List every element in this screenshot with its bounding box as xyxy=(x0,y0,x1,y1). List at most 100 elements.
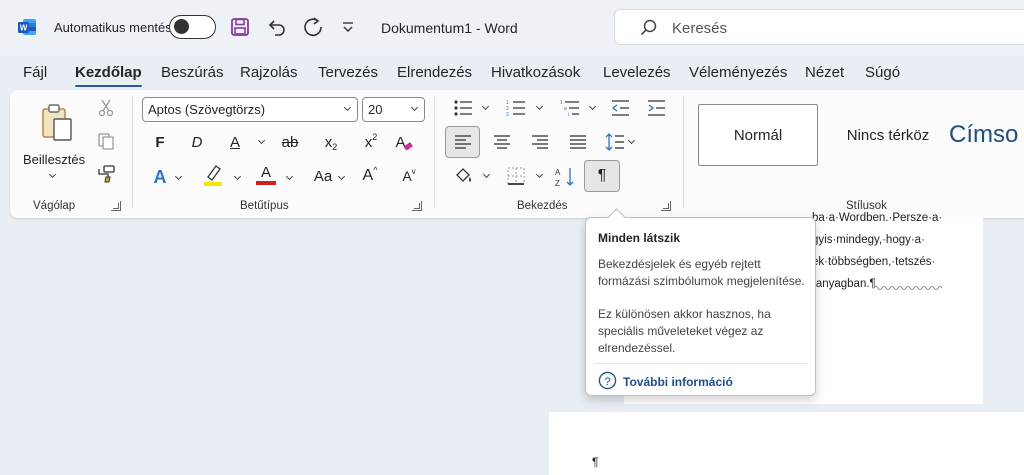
svg-text:W: W xyxy=(20,24,28,33)
title-bar: W Automatikus mentés Dokumentum1 - Word xyxy=(0,0,1024,56)
text-effects-button[interactable]: A xyxy=(148,164,172,190)
align-center-icon xyxy=(494,135,510,149)
grow-font-button[interactable]: A ^ xyxy=(358,164,382,188)
more-info-link[interactable]: További információ xyxy=(623,375,733,389)
help-icon: ? xyxy=(598,371,617,390)
font-size-dropdown[interactable]: 20 xyxy=(362,97,425,122)
underline-button[interactable]: A xyxy=(225,130,245,154)
customize-quick-access-button[interactable] xyxy=(336,14,360,40)
word-logo-icon: W xyxy=(18,19,36,35)
font-color-swatch xyxy=(256,181,276,185)
tab-mailings[interactable]: Levelezés xyxy=(603,64,671,81)
document-title: Dokumentum1 - Word xyxy=(381,20,518,36)
increase-indent-icon xyxy=(648,100,665,116)
underline-dropdown-icon[interactable] xyxy=(257,136,266,145)
svg-text:Z: Z xyxy=(555,179,560,188)
document-text-line: gyis·mindegy,·hogy·a· xyxy=(812,234,925,246)
text-effects-dropdown-icon[interactable] xyxy=(174,172,183,181)
paste-button[interactable] xyxy=(36,100,78,146)
bullets-button[interactable] xyxy=(451,96,475,120)
bullets-dropdown-icon[interactable] xyxy=(481,102,490,111)
document-text-line: ba·a·Wordben.·Persze·a· xyxy=(812,212,943,224)
style-normal[interactable]: Normál xyxy=(698,104,818,166)
sort-button[interactable]: A Z xyxy=(554,164,578,190)
format-painter-button[interactable] xyxy=(94,162,118,186)
shrink-font-button[interactable]: Av xyxy=(397,164,421,188)
ribbon-tabs: Fájl Kezdőlap Beszúrás Rajzolás Tervezés… xyxy=(0,56,1024,88)
multilevel-list-button[interactable]: 1 a i xyxy=(558,96,582,120)
tab-file[interactable]: Fájl xyxy=(23,64,47,81)
italic-button[interactable]: D xyxy=(187,130,207,154)
tab-references[interactable]: Hivatkozások xyxy=(491,64,580,81)
font-name-value: Aptos (Szövegtörzs) xyxy=(148,102,266,117)
tab-layout[interactable]: Elrendezés xyxy=(397,64,472,81)
undo-button[interactable] xyxy=(265,14,289,40)
line-spacing-button[interactable] xyxy=(603,130,627,154)
shading-dropdown-icon[interactable] xyxy=(482,170,491,179)
align-right-button[interactable] xyxy=(528,130,552,154)
show-formatting-marks-button[interactable]: ¶ xyxy=(584,160,620,192)
strikethrough-button[interactable]: ab xyxy=(278,130,302,154)
superscript-mark: 2 xyxy=(372,132,378,142)
borders-dropdown-icon[interactable] xyxy=(535,170,544,179)
clear-formatting-button[interactable]: A xyxy=(391,130,417,154)
font-color-letter: A xyxy=(260,163,271,181)
eraser-icon xyxy=(403,142,413,151)
font-size-value: 20 xyxy=(368,102,383,117)
paragraph-launcher-icon[interactable] xyxy=(661,201,671,211)
copy-icon xyxy=(98,133,114,150)
highlight-icon xyxy=(204,165,222,186)
svg-text:a: a xyxy=(564,106,567,112)
clipboard-launcher-icon[interactable] xyxy=(111,201,121,211)
tab-view[interactable]: Nézet xyxy=(805,64,844,81)
font-launcher-icon[interactable] xyxy=(412,201,422,211)
highlight-dropdown-icon[interactable] xyxy=(233,172,242,181)
decrease-indent-button[interactable] xyxy=(608,96,632,120)
document-page[interactable] xyxy=(549,412,1024,475)
align-center-button[interactable] xyxy=(490,130,514,154)
format-painter-icon xyxy=(98,165,115,183)
bold-button[interactable]: F xyxy=(150,130,170,154)
line-spacing-dropdown-icon[interactable] xyxy=(627,136,636,145)
align-left-icon xyxy=(454,135,471,149)
svg-text:?: ? xyxy=(604,376,610,388)
font-name-dropdown[interactable]: Aptos (Szövegtörzs) xyxy=(142,97,358,122)
document-text-line: ·anyagban.¶ xyxy=(812,278,876,290)
highlight-button[interactable] xyxy=(200,162,226,188)
copy-button[interactable] xyxy=(94,129,118,153)
font-color-dropdown-icon[interactable] xyxy=(285,172,294,181)
customize-quick-access-icon xyxy=(343,22,353,32)
paste-label: Beillesztés xyxy=(23,152,86,167)
subscript-button[interactable]: x2 xyxy=(318,130,344,154)
save-button[interactable] xyxy=(228,14,252,40)
justify-icon xyxy=(570,135,586,149)
autosave-toggle[interactable] xyxy=(169,15,216,39)
tab-help[interactable]: Súgó xyxy=(865,64,900,81)
tab-review[interactable]: Véleményezés xyxy=(689,64,787,81)
tab-design[interactable]: Tervezés xyxy=(318,64,378,81)
change-case-dropdown-icon[interactable] xyxy=(337,172,346,181)
change-case-button[interactable]: Aa xyxy=(308,164,338,188)
numbering-button[interactable]: 1 2 3 xyxy=(504,96,528,120)
style-no-spacing[interactable]: Nincs térköz xyxy=(827,104,949,166)
justify-button[interactable] xyxy=(566,130,590,154)
paste-dropdown-icon[interactable] xyxy=(48,170,57,179)
font-color-button[interactable]: A xyxy=(254,162,278,188)
align-left-button[interactable] xyxy=(445,126,480,158)
paste-icon xyxy=(42,104,72,141)
tab-home[interactable]: Kezdőlap xyxy=(75,64,142,87)
superscript-button[interactable]: x2 xyxy=(358,130,384,154)
search-box[interactable]: Keresés xyxy=(614,9,1024,45)
tab-draw[interactable]: Rajzolás xyxy=(240,64,298,81)
increase-indent-button[interactable] xyxy=(644,96,668,120)
borders-button[interactable] xyxy=(504,164,528,188)
shading-button[interactable] xyxy=(452,164,476,188)
redo-button[interactable] xyxy=(302,14,326,40)
cut-button[interactable] xyxy=(94,96,118,120)
numbering-dropdown-icon[interactable] xyxy=(535,102,544,111)
align-right-icon xyxy=(532,135,548,149)
style-heading-1[interactable]: Címso xyxy=(945,104,1024,166)
tab-insert[interactable]: Beszúrás xyxy=(161,64,224,81)
ribbon: Beillesztés Vágólap Aptos (Szövegtörzs) … xyxy=(10,90,1024,218)
multilevel-list-dropdown-icon[interactable] xyxy=(588,102,597,111)
